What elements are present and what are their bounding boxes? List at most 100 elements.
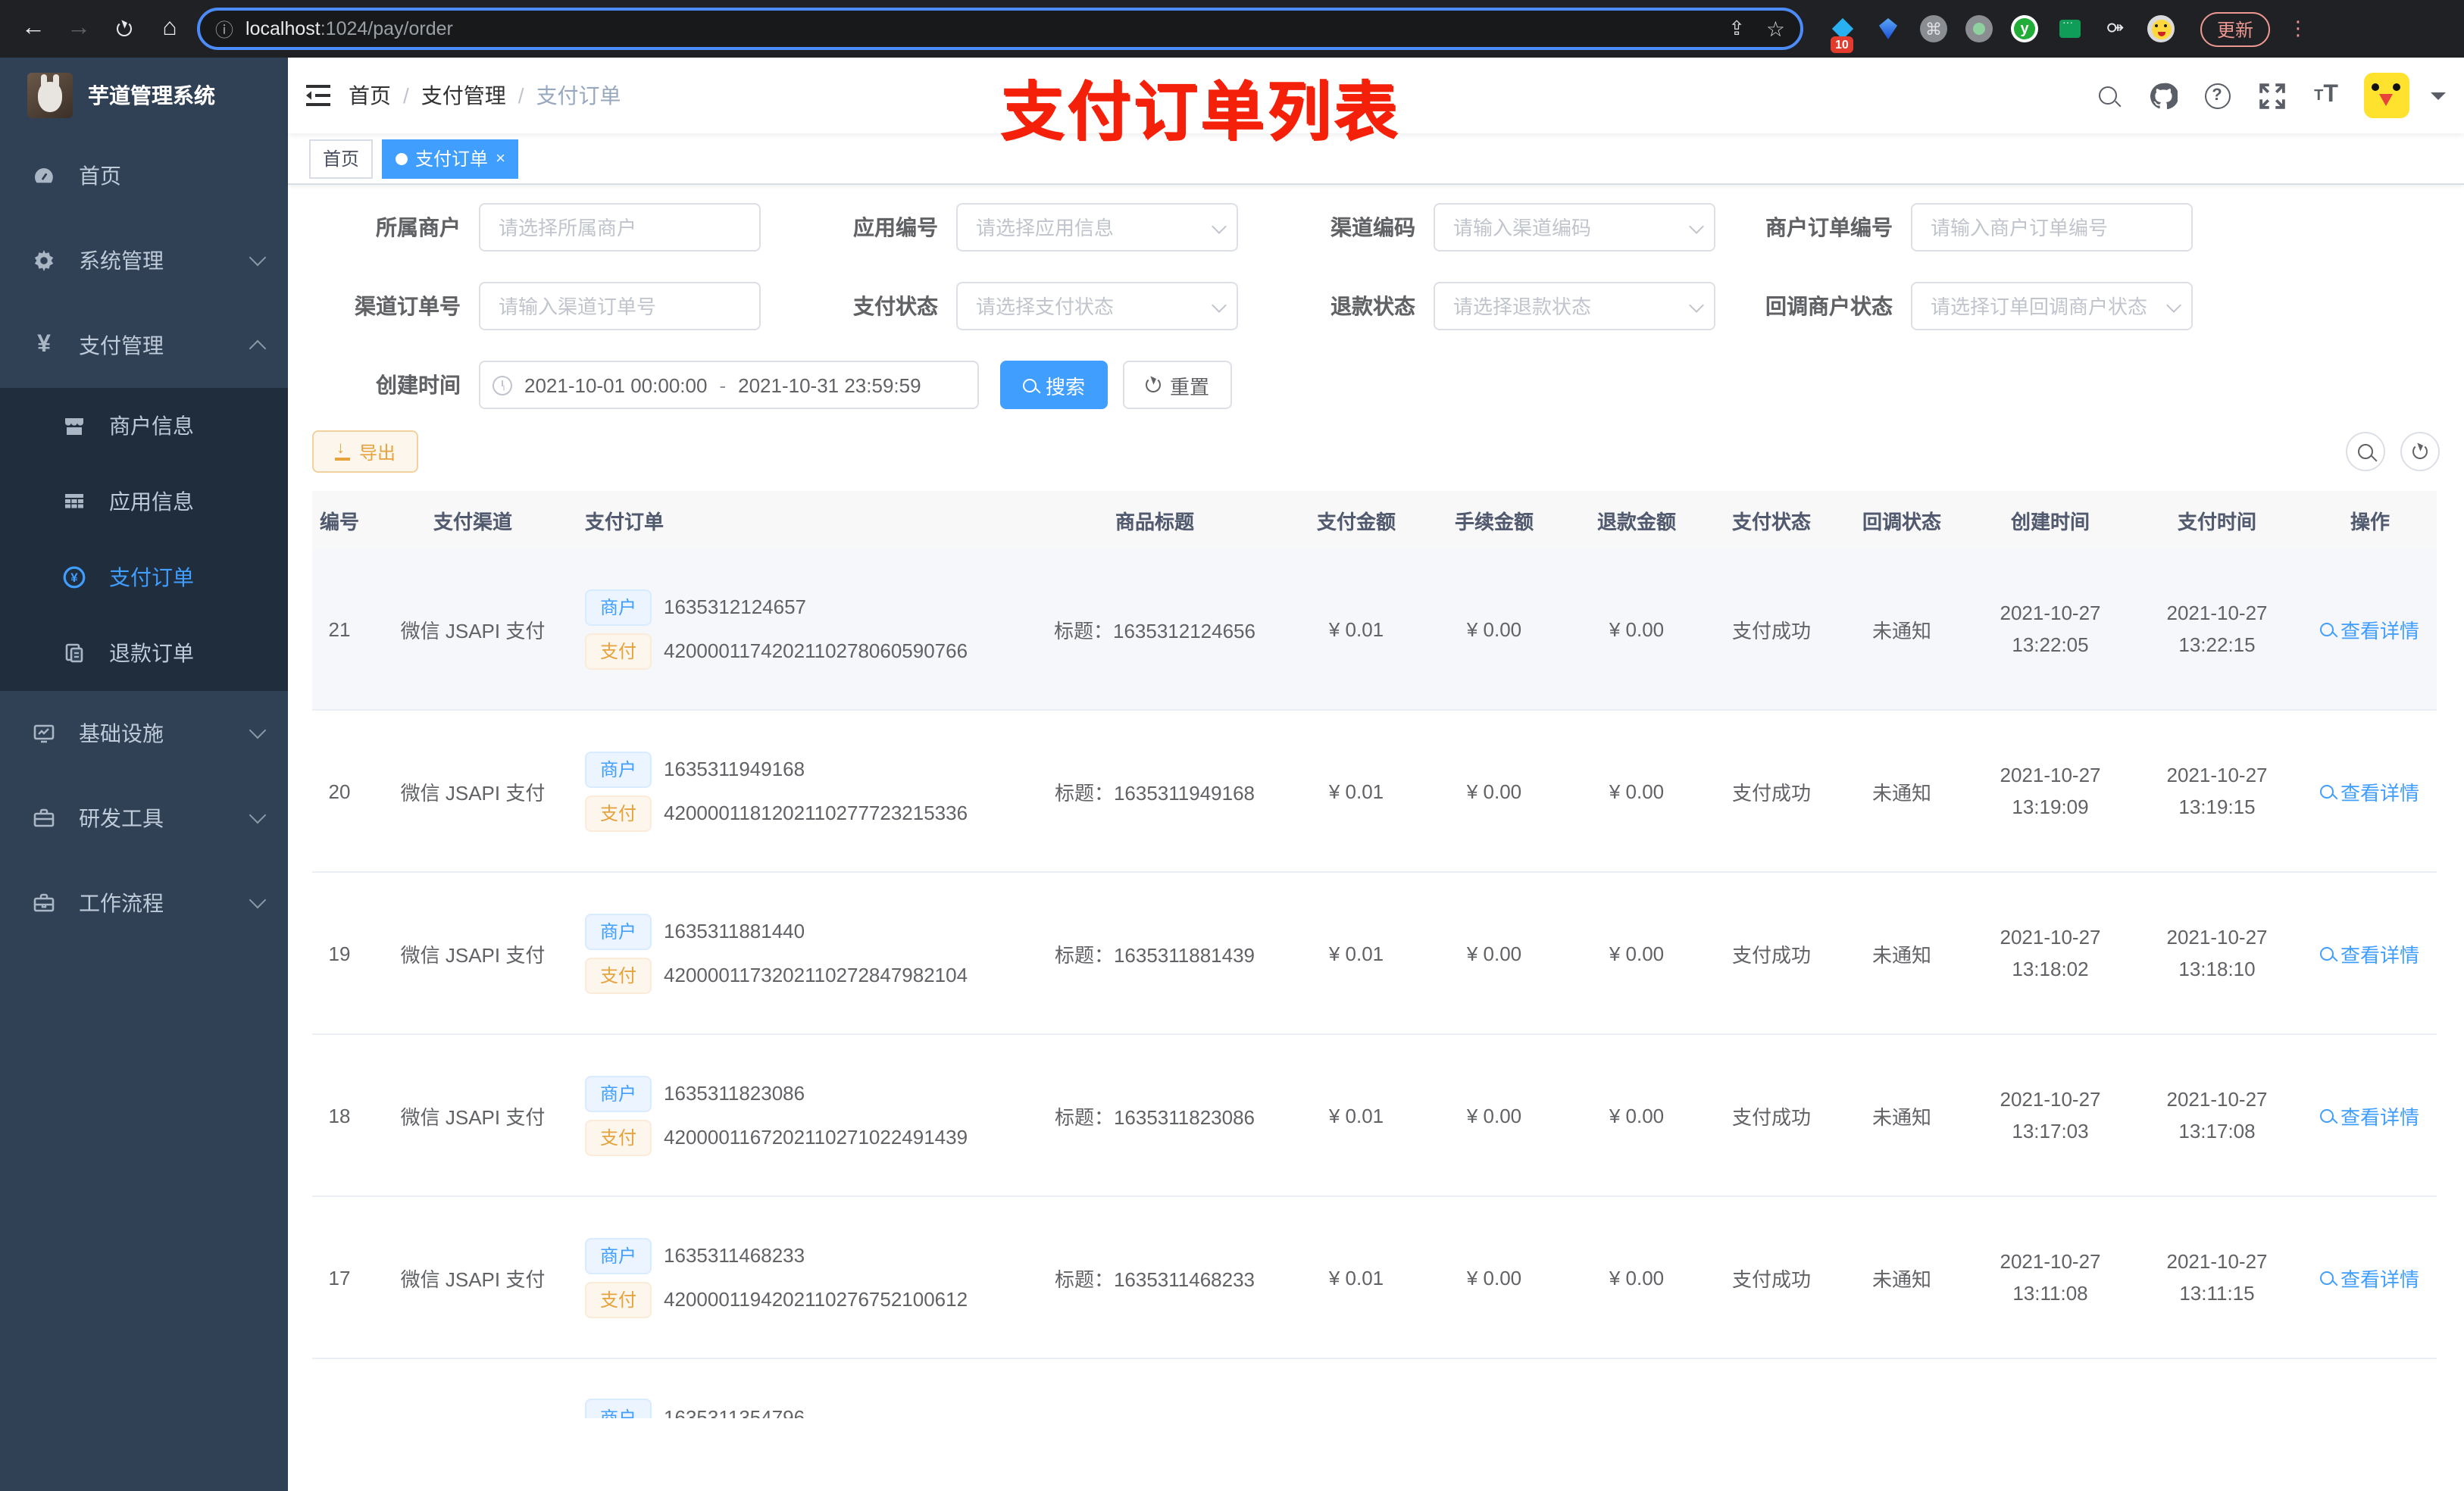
sidebar-item-merchant-info[interactable]: 商户信息 bbox=[0, 388, 288, 464]
breadcrumb-pay[interactable]: 支付管理 bbox=[421, 80, 506, 111]
help-icon[interactable]: ? bbox=[2200, 79, 2234, 112]
avatar-caret-icon[interactable] bbox=[2431, 92, 2446, 107]
tab-pay-order[interactable]: 支付订单 × bbox=[382, 139, 519, 178]
font-size-icon[interactable]: TT bbox=[2309, 79, 2343, 112]
cell-paid: 2021-10-27 13:18:10 bbox=[2134, 921, 2300, 985]
created-date: 2021-10-27 bbox=[2000, 926, 2101, 949]
sidebar-logo[interactable]: 芋道管理系统 bbox=[0, 58, 288, 133]
table-row[interactable]: 17 微信 JSAPI 支付 商户 1635311468233 支付 4200001… bbox=[312, 1197, 2437, 1359]
store-icon bbox=[61, 414, 88, 438]
extension-chat-icon[interactable] bbox=[2055, 14, 2085, 44]
table-row-partial[interactable]: 商户 1635311354796 bbox=[312, 1359, 2437, 1418]
app-select-input[interactable] bbox=[956, 203, 1238, 252]
paid-date: 2021-10-27 bbox=[2166, 1088, 2268, 1111]
table-row[interactable]: 18 微信 JSAPI 支付 商户 1635311823086 支付 4200001… bbox=[312, 1035, 2437, 1197]
sidebar-fold-icon[interactable] bbox=[288, 83, 349, 108]
sidebar-item-pay-order[interactable]: ¥ 支付订单 bbox=[0, 539, 288, 615]
home-icon[interactable]: ⌂ bbox=[152, 11, 188, 47]
sidebar-item-label: 支付订单 bbox=[109, 565, 194, 589]
breadcrumb-home[interactable]: 首页 bbox=[349, 80, 391, 111]
table-row[interactable]: 19 微信 JSAPI 支付 商户 1635311881440 支付 4200001… bbox=[312, 873, 2437, 1035]
sidebar-item-refund-order[interactable]: 退款订单 bbox=[0, 615, 288, 691]
sidebar-item-home[interactable]: 首页 bbox=[0, 133, 288, 218]
search-button[interactable]: 搜索 bbox=[1000, 361, 1108, 409]
created-time: 13:18:02 bbox=[2012, 958, 2089, 980]
reload-icon[interactable] bbox=[106, 11, 142, 47]
pay-status-select[interactable] bbox=[956, 282, 1238, 330]
filter-label: 创建时间 bbox=[376, 373, 461, 397]
search-icon bbox=[2320, 622, 2334, 636]
extension-gem-icon[interactable] bbox=[1873, 14, 1903, 44]
sidebar-item-infra[interactable]: 基础设施 bbox=[0, 691, 288, 776]
extension-dot-icon[interactable] bbox=[1964, 14, 1994, 44]
refresh-table-button[interactable] bbox=[2400, 432, 2440, 471]
sidebar-item-label: 应用信息 bbox=[109, 489, 194, 514]
github-icon[interactable] bbox=[2146, 79, 2179, 112]
sidebar-item-label: 商户信息 bbox=[109, 414, 194, 438]
export-button[interactable]: 导出 bbox=[312, 430, 419, 473]
sidebar: 芋道管理系统 首页 系统管理 ¥ 支付管理 商户信息 应用信息 ¥ 支付订单 退… bbox=[0, 58, 288, 1491]
date-range-picker[interactable]: 2021-10-01 00:00:00 - 2021-10-31 23:59:5… bbox=[479, 361, 979, 409]
url-host: localhost bbox=[245, 18, 321, 39]
notify-status-select[interactable] bbox=[1911, 282, 2193, 330]
extension-command-icon[interactable]: ⌘ bbox=[1918, 14, 1949, 44]
refund-status-select[interactable] bbox=[1434, 282, 1715, 330]
table-toolbar: 导出 bbox=[312, 430, 2440, 473]
view-detail-link[interactable]: 查看详情 bbox=[2320, 939, 2419, 967]
view-detail-label: 查看详情 bbox=[2340, 619, 2419, 642]
sidebar-item-workflow[interactable]: 工作流程 bbox=[0, 861, 288, 946]
site-info-icon[interactable]: ⓘ bbox=[215, 16, 233, 42]
filter-label: 渠道订单号 bbox=[355, 294, 461, 318]
extension-y-icon[interactable]: y bbox=[2009, 14, 2040, 44]
toggle-search-button[interactable] bbox=[2346, 432, 2385, 471]
paid-date: 2021-10-27 bbox=[2166, 602, 2268, 624]
created-date: 2021-10-27 bbox=[2000, 1250, 2101, 1273]
view-detail-link[interactable]: 查看详情 bbox=[2320, 614, 2419, 643]
tab-home[interactable]: 首页 bbox=[309, 139, 374, 178]
fullscreen-icon[interactable] bbox=[2255, 79, 2288, 112]
table-row[interactable]: 21 微信 JSAPI 支付 商户 1635312124657 支付 4200001… bbox=[312, 549, 2437, 711]
app-root: ← → ⌂ ⓘ localhost:1024/pay/order ⇪ ☆ 10 … bbox=[0, 0, 2464, 1491]
cell-notify: 未通知 bbox=[1871, 619, 1931, 642]
filter-channel-order-no: 渠道订单号 bbox=[312, 282, 790, 330]
back-icon[interactable]: ← bbox=[15, 11, 52, 47]
view-detail-link[interactable]: 查看详情 bbox=[2320, 1101, 2419, 1130]
forward-icon[interactable]: → bbox=[61, 11, 97, 47]
profile-avatar-icon[interactable] bbox=[2146, 14, 2176, 44]
extension-diamond-icon[interactable]: 10 bbox=[1828, 14, 1858, 53]
navbar-actions: ? TT bbox=[2091, 73, 2464, 118]
view-detail-link[interactable]: 查看详情 bbox=[2320, 777, 2419, 805]
search-icon[interactable] bbox=[2091, 79, 2125, 112]
merchant-order-no-input[interactable] bbox=[1911, 203, 2193, 252]
merchant-no: 1635311949168 bbox=[664, 758, 805, 780]
sidebar-item-app-info[interactable]: 应用信息 bbox=[0, 464, 288, 539]
view-detail-link[interactable]: 查看详情 bbox=[2320, 1263, 2419, 1292]
cell-actions: 查看详情 bbox=[2300, 1263, 2440, 1292]
close-icon[interactable]: × bbox=[496, 149, 505, 167]
chat-shape bbox=[2059, 18, 2081, 38]
page-annotation-title: 支付订单列表 bbox=[1000, 76, 1401, 147]
cell-notify: 未通知 bbox=[1871, 1268, 1931, 1290]
cell-status: 支付成功 bbox=[1731, 781, 1811, 804]
sidebar-item-pay[interactable]: ¥ 支付管理 bbox=[0, 303, 288, 388]
channel-code-input[interactable] bbox=[1434, 203, 1715, 252]
address-bar[interactable]: ⓘ localhost:1024/pay/order ⇪ ☆ bbox=[197, 8, 1803, 50]
search-icon bbox=[2320, 946, 2334, 960]
table-row[interactable]: 20 微信 JSAPI 支付 商户 1635311949168 支付 4200001… bbox=[312, 711, 2437, 873]
browser-menu-icon[interactable]: ⋮ bbox=[2288, 17, 2308, 41]
breadcrumb: 首页 / 支付管理 / 支付订单 bbox=[349, 80, 621, 111]
logo-title: 芋道管理系统 bbox=[88, 83, 215, 108]
channel-order-no-input[interactable] bbox=[479, 282, 761, 330]
sidebar-item-devtools[interactable]: 研发工具 bbox=[0, 776, 288, 861]
col-header-id: 编号 bbox=[319, 510, 359, 533]
browser-update-button[interactable]: 更新 bbox=[2200, 11, 2271, 46]
reset-button[interactable]: 重置 bbox=[1123, 361, 1233, 409]
sidebar-item-system[interactable]: 系统管理 bbox=[0, 218, 288, 303]
merchant-select-input[interactable] bbox=[479, 203, 761, 252]
user-avatar[interactable] bbox=[2364, 73, 2409, 118]
extensions-puzzle-icon[interactable]: ⚩ bbox=[2100, 14, 2131, 44]
bookmark-star-icon[interactable]: ☆ bbox=[1766, 16, 1785, 42]
share-icon[interactable]: ⇪ bbox=[1728, 17, 1745, 41]
cell-fee: ¥ 0.00 bbox=[1466, 1104, 1522, 1127]
paid-date: 2021-10-27 bbox=[2166, 1250, 2268, 1273]
